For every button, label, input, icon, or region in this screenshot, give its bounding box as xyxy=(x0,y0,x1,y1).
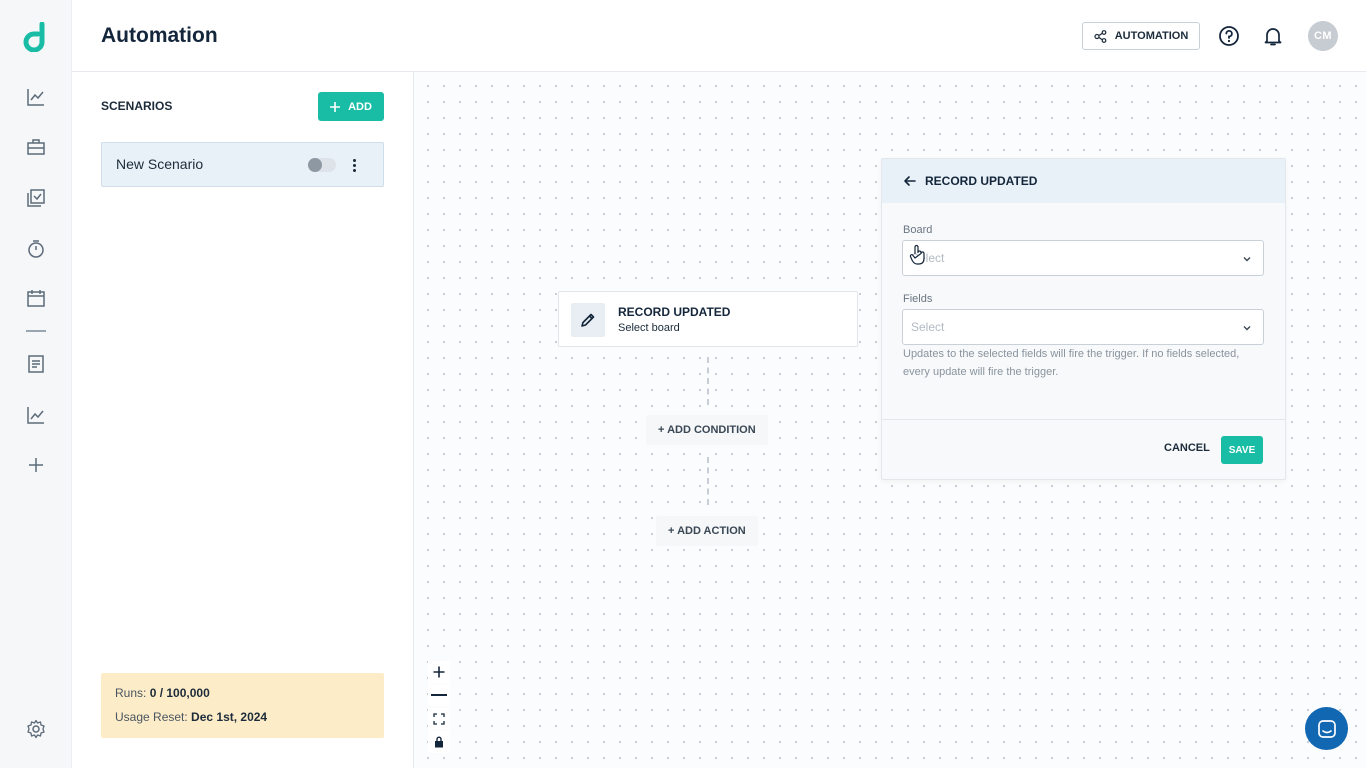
more-options-icon[interactable] xyxy=(348,155,360,175)
fields-placeholder: Select xyxy=(911,320,945,334)
top-header: Automation AUTOMATION CM xyxy=(72,0,1366,72)
fields-hint: Updates to the selected fields will fire… xyxy=(903,348,1240,378)
automation-button-label: AUTOMATION xyxy=(1114,30,1189,42)
page-title: Automation xyxy=(101,24,218,47)
connector-line xyxy=(707,457,709,505)
chat-icon xyxy=(1317,719,1336,738)
app-logo-icon[interactable] xyxy=(22,22,50,52)
scenarios-title: SCENARIOS xyxy=(101,99,173,113)
add-condition-button[interactable]: + ADD CONDITION xyxy=(646,415,768,445)
board-select[interactable]: Select xyxy=(902,240,1264,276)
trigger-node[interactable]: RECORD UPDATED Select board xyxy=(558,291,858,347)
runs-line: Runs: 0 / 100,000 xyxy=(115,686,210,700)
rail-divider xyxy=(26,330,46,332)
add-action-button[interactable]: + ADD ACTION xyxy=(656,516,758,546)
chevron-down-icon xyxy=(1243,257,1251,262)
zoom-out-icon[interactable] xyxy=(428,684,450,706)
config-header: RECORD UPDATED xyxy=(882,159,1285,203)
calendar-icon[interactable] xyxy=(24,286,48,310)
usage-box: Runs: 0 / 100,000 Usage Reset: Dec 1st, … xyxy=(101,673,384,738)
zoom-in-icon[interactable] xyxy=(428,661,450,683)
reset-line: Usage Reset: Dec 1st, 2024 xyxy=(115,710,267,724)
document-icon[interactable] xyxy=(24,352,48,376)
fields-label: Fields xyxy=(903,293,933,305)
scenario-toggle[interactable] xyxy=(308,158,336,172)
fields-select[interactable]: Select xyxy=(902,309,1264,345)
share-icon xyxy=(1094,29,1107,43)
help-icon[interactable] xyxy=(1218,25,1240,47)
trigger-subtitle: Select board xyxy=(618,322,680,334)
bell-icon[interactable] xyxy=(1262,25,1284,47)
plus-icon[interactable] xyxy=(24,453,48,477)
toggle-knob xyxy=(308,158,322,172)
settings-icon[interactable] xyxy=(24,717,48,741)
avatar[interactable]: CM xyxy=(1308,21,1338,51)
fit-view-icon[interactable] xyxy=(428,708,450,730)
automation-button[interactable]: AUTOMATION xyxy=(1082,22,1200,50)
scenario-name: New Scenario xyxy=(116,156,204,172)
analytics-icon[interactable] xyxy=(24,85,48,109)
scenarios-panel: SCENARIOS ADD New Scenario Runs: 0 / 100… xyxy=(72,72,414,768)
workflow-canvas[interactable]: RECORD UPDATED Select board + ADD CONDIT… xyxy=(414,72,1366,768)
chat-widget-button[interactable] xyxy=(1305,707,1348,750)
cancel-button[interactable]: CANCEL xyxy=(1164,442,1210,454)
runs-value: 0 / 100,000 xyxy=(149,686,210,700)
save-button[interactable]: SAVE xyxy=(1221,436,1263,464)
trigger-title: RECORD UPDATED xyxy=(618,305,731,319)
connector-line xyxy=(707,357,709,405)
scenario-item[interactable]: New Scenario xyxy=(101,142,384,187)
config-footer-divider xyxy=(882,419,1285,420)
board-label: Board xyxy=(903,224,933,236)
config-title: RECORD UPDATED xyxy=(925,174,1038,188)
add-scenario-button[interactable]: ADD xyxy=(318,92,384,121)
reports-icon[interactable] xyxy=(24,403,48,427)
trigger-config-panel: RECORD UPDATED Board Select Fields Selec… xyxy=(881,158,1286,480)
timer-icon[interactable] xyxy=(24,237,48,261)
tasks-icon[interactable] xyxy=(24,186,48,210)
back-arrow-icon[interactable] xyxy=(902,173,918,189)
briefcase-icon[interactable] xyxy=(24,135,48,159)
runs-label: Runs: xyxy=(115,686,147,700)
add-scenario-label: ADD xyxy=(348,100,372,113)
reset-value: Dec 1st, 2024 xyxy=(191,710,268,724)
board-placeholder: Select xyxy=(911,251,945,265)
chevron-down-icon xyxy=(1243,326,1251,331)
pencil-icon xyxy=(571,303,605,337)
left-rail xyxy=(0,0,72,768)
lock-icon[interactable] xyxy=(428,731,450,753)
reset-label: Usage Reset: xyxy=(115,710,188,724)
plus-icon xyxy=(330,101,341,112)
